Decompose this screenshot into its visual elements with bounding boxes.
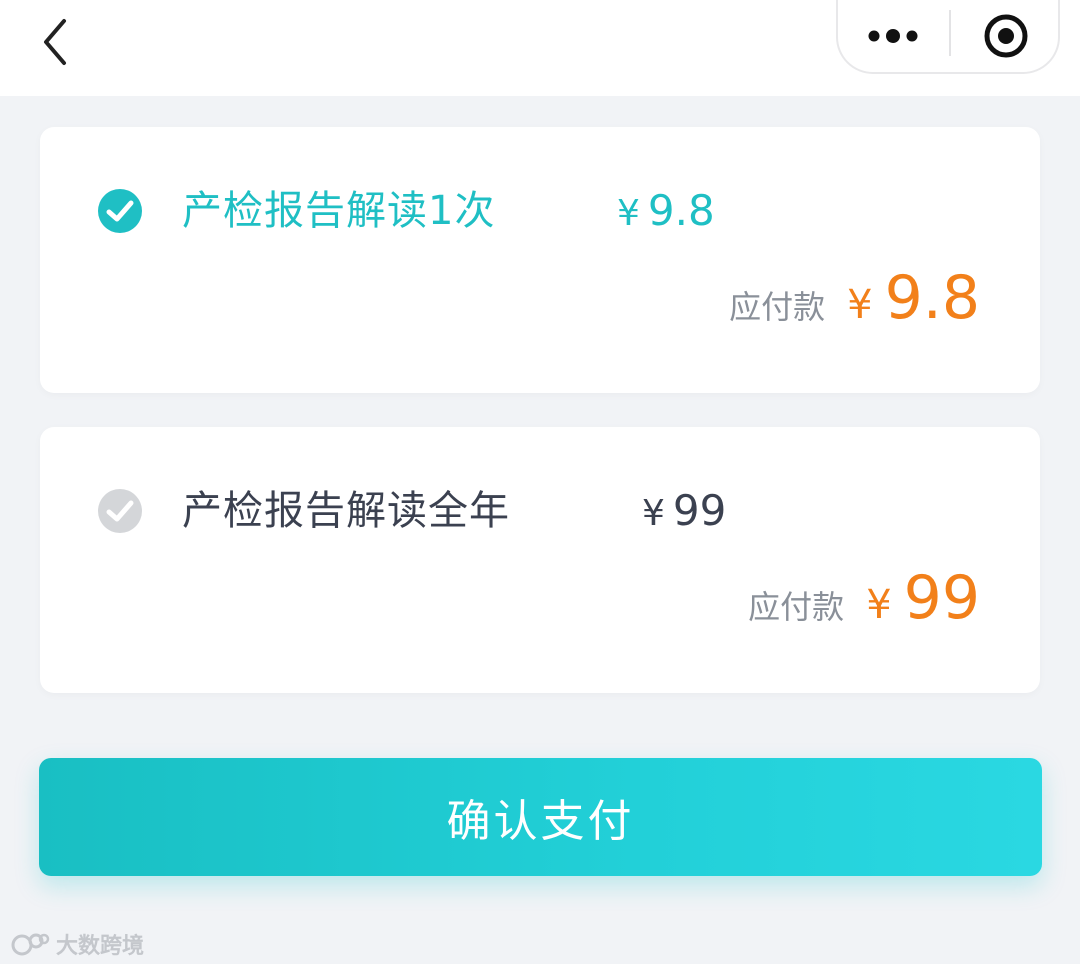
watermark-text: 大数跨境 [56,934,145,959]
watermark-logo-icon [11,933,50,956]
back-button[interactable] [30,12,80,72]
amount-due-label: 应付款 [729,288,826,326]
price-value: 9.8 [647,186,715,235]
amount-due-row: 应付款 ¥ 9.8 [729,265,980,331]
plan-name: 产检报告解读全年 [182,488,510,534]
price-value: 99 [672,486,727,535]
chevron-left-icon [44,19,66,65]
target-circle-icon [984,14,1028,58]
watermark: 大数跨境 [10,928,144,960]
plan-price: ¥99 [642,485,726,540]
confirm-payment-button[interactable]: 确认支付 [39,758,1042,876]
close-button[interactable] [952,0,1060,72]
amount-due-currency-symbol: ¥ [847,282,873,328]
plan-name: 产检报告解读1次 [182,188,496,234]
amount-due-value: 99 [903,563,980,633]
amount-due-value: 9.8 [884,263,980,333]
plan-price: ¥9.8 [617,185,715,240]
price-currency-symbol: ¥ [617,193,640,234]
mini-program-capsule [836,0,1060,74]
capsule-divider [949,10,951,56]
more-dots-icon [868,29,918,43]
plan-card-annual[interactable]: 产检报告解读全年 ¥99 应付款 ¥ 99 [40,427,1040,693]
plan-card-single[interactable]: 产检报告解读1次 ¥9.8 应付款 ¥ 9.8 [40,127,1040,393]
amount-due-label: 应付款 [748,588,845,626]
top-nav-bar [0,0,1080,96]
price-currency-symbol: ¥ [642,493,665,534]
amount-due-row: 应付款 ¥ 99 [748,565,980,631]
check-circle-unselected-icon[interactable] [97,488,143,534]
amount-due-currency-symbol: ¥ [866,582,892,628]
more-button[interactable] [838,0,948,72]
check-circle-selected-icon[interactable] [97,188,143,234]
